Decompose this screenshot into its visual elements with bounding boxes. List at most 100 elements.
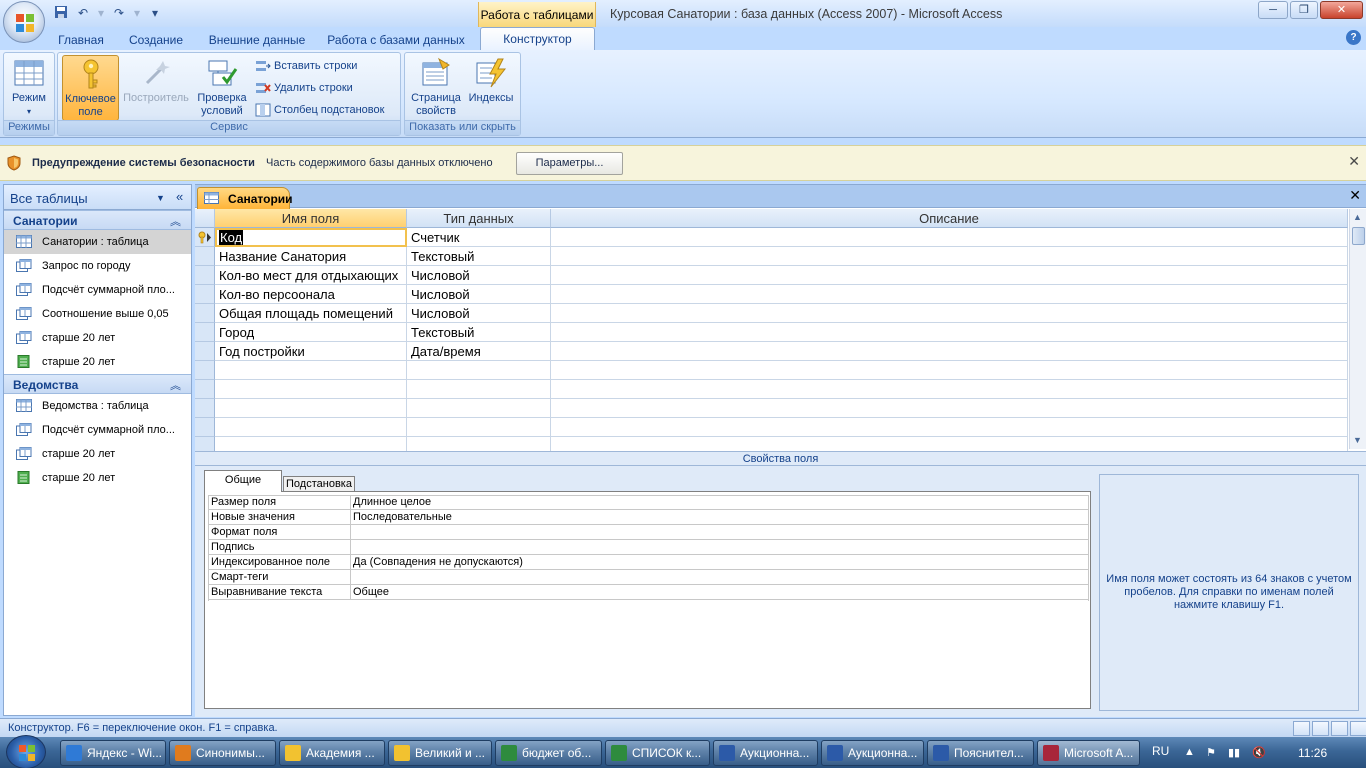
redo-dropdown-icon[interactable]: ▾: [128, 5, 146, 21]
description-cell[interactable]: [551, 342, 1348, 361]
table-row[interactable]: Название Санатория Текстовый: [195, 247, 1348, 266]
field-name-cell[interactable]: [215, 437, 407, 451]
delete-rows-button[interactable]: Удалить строки: [254, 79, 353, 97]
property-value[interactable]: Последовательные: [353, 510, 452, 524]
row-selector[interactable]: [195, 285, 215, 304]
property-row[interactable]: Смарт-теги: [208, 570, 1089, 585]
nav-item[interactable]: Соотношение выше 0,05: [4, 302, 191, 326]
field-name-cell[interactable]: Код: [215, 228, 407, 247]
save-icon[interactable]: [52, 5, 70, 21]
nav-item[interactable]: старше 20 лет: [4, 442, 191, 466]
nav-item[interactable]: старше 20 лет: [4, 466, 191, 490]
scroll-thumb[interactable]: [1352, 227, 1365, 245]
data-type-cell[interactable]: Дата/время: [407, 342, 551, 361]
minimize-button[interactable]: ─: [1258, 1, 1288, 19]
data-type-cell[interactable]: Текстовый: [407, 323, 551, 342]
field-name-cell[interactable]: [215, 361, 407, 380]
nav-item[interactable]: старше 20 лет: [4, 326, 191, 350]
description-cell[interactable]: [551, 247, 1348, 266]
table-row[interactable]: [195, 399, 1348, 418]
office-button[interactable]: [3, 1, 45, 43]
taskbar-button[interactable]: Великий и ...: [388, 740, 492, 766]
taskbar-button[interactable]: Microsoft A...: [1037, 740, 1140, 766]
table-row[interactable]: Общая площадь помещений Числовой: [195, 304, 1348, 323]
property-row[interactable]: Новые значения Последовательные: [208, 510, 1089, 525]
data-type-cell[interactable]: [407, 437, 551, 451]
field-name-cell[interactable]: Город: [215, 323, 407, 342]
column-header-field-name[interactable]: Имя поля: [215, 209, 407, 228]
undo-icon[interactable]: ↶: [74, 5, 92, 21]
nav-group-sanatorii[interactable]: Санатории ︽: [4, 210, 191, 230]
table-row[interactable]: Кол-во персоонала Числовой: [195, 285, 1348, 304]
chevron-up-icon[interactable]: ︽: [170, 377, 181, 393]
customize-qat-icon[interactable]: ▾: [146, 5, 164, 21]
description-cell[interactable]: [551, 285, 1348, 304]
pivot-chart-view-icon[interactable]: [1331, 721, 1348, 736]
field-name-cell[interactable]: [215, 399, 407, 418]
table-row[interactable]: Кол-во мест для отдыхающих Числовой: [195, 266, 1348, 285]
field-name-cell[interactable]: Название Санатория: [215, 247, 407, 266]
design-view-icon[interactable]: [1350, 721, 1366, 736]
data-type-cell[interactable]: [407, 399, 551, 418]
clock[interactable]: 11:26: [1298, 746, 1327, 760]
chevron-down-icon[interactable]: ▼: [156, 193, 165, 203]
description-cell[interactable]: [551, 418, 1348, 437]
property-value[interactable]: Общее: [353, 585, 389, 599]
row-selector[interactable]: [195, 342, 215, 361]
grid-corner[interactable]: [195, 209, 215, 228]
chevron-up-icon[interactable]: ︽: [170, 213, 181, 229]
scroll-up-icon[interactable]: ▲: [1353, 212, 1362, 222]
builder-button[interactable]: Построитель: [121, 55, 191, 121]
row-selector[interactable]: [195, 437, 215, 451]
network-icon[interactable]: ▮▮: [1228, 746, 1240, 759]
indexes-button[interactable]: Индексы: [465, 55, 517, 121]
lookup-column-button[interactable]: Столбец подстановок: [254, 101, 384, 119]
nav-item[interactable]: Санатории : таблица: [4, 230, 191, 254]
property-sheet-button[interactable]: Страница свойств: [408, 55, 464, 121]
vertical-scrollbar[interactable]: ▲ ▼: [1349, 209, 1366, 449]
field-name-cell[interactable]: Кол-во персоонала: [215, 285, 407, 304]
tab-external-data[interactable]: Внешние данные: [204, 31, 310, 50]
row-selector[interactable]: [195, 266, 215, 285]
row-selector[interactable]: [195, 304, 215, 323]
description-cell[interactable]: [551, 323, 1348, 342]
field-name-cell[interactable]: Общая площадь помещений: [215, 304, 407, 323]
description-cell[interactable]: [551, 399, 1348, 418]
primary-key-button[interactable]: Ключевое поле: [62, 55, 119, 121]
field-name-cell[interactable]: [215, 380, 407, 399]
property-value[interactable]: Да (Совпадения не допускаются): [353, 555, 523, 569]
field-name-cell[interactable]: Год постройки: [215, 342, 407, 361]
taskbar-button[interactable]: Аукционна...: [821, 740, 924, 766]
taskbar-button[interactable]: бюджет об...: [495, 740, 602, 766]
volume-muted-icon[interactable]: 🔇: [1252, 746, 1266, 759]
property-row[interactable]: Выравнивание текста Общее: [208, 585, 1089, 600]
description-cell[interactable]: [551, 380, 1348, 399]
property-row[interactable]: Формат поля: [208, 525, 1089, 540]
column-header-description[interactable]: Описание: [551, 209, 1348, 228]
tab-lookup[interactable]: Подстановка: [283, 476, 355, 492]
property-value[interactable]: Длинное целое: [353, 495, 431, 509]
taskbar-button[interactable]: СПИСОК к...: [605, 740, 710, 766]
row-selector[interactable]: [195, 228, 215, 247]
test-rules-button[interactable]: Проверка условий: [193, 55, 251, 121]
taskbar-button[interactable]: Пояснител...: [927, 740, 1034, 766]
data-type-cell[interactable]: Счетчик: [407, 228, 551, 247]
description-cell[interactable]: [551, 437, 1348, 451]
table-row[interactable]: [195, 380, 1348, 399]
help-icon[interactable]: ?: [1346, 30, 1361, 45]
start-button[interactable]: [6, 735, 46, 768]
flag-icon[interactable]: ⚑: [1206, 746, 1216, 759]
row-selector[interactable]: [195, 323, 215, 342]
tab-create[interactable]: Создание: [124, 31, 188, 50]
row-selector[interactable]: [195, 380, 215, 399]
nav-pane-header[interactable]: Все таблицы ▼ «: [4, 185, 191, 210]
row-selector[interactable]: [195, 399, 215, 418]
table-row[interactable]: Год постройки Дата/время: [195, 342, 1348, 361]
data-type-cell[interactable]: Числовой: [407, 304, 551, 323]
scroll-down-icon[interactable]: ▼: [1353, 435, 1362, 445]
data-type-cell[interactable]: Числовой: [407, 266, 551, 285]
tab-database-tools[interactable]: Работа с базами данных: [326, 31, 466, 50]
redo-icon[interactable]: ↷: [110, 5, 128, 21]
description-cell[interactable]: [551, 361, 1348, 380]
property-row[interactable]: Размер поля Длинное целое: [208, 495, 1089, 510]
